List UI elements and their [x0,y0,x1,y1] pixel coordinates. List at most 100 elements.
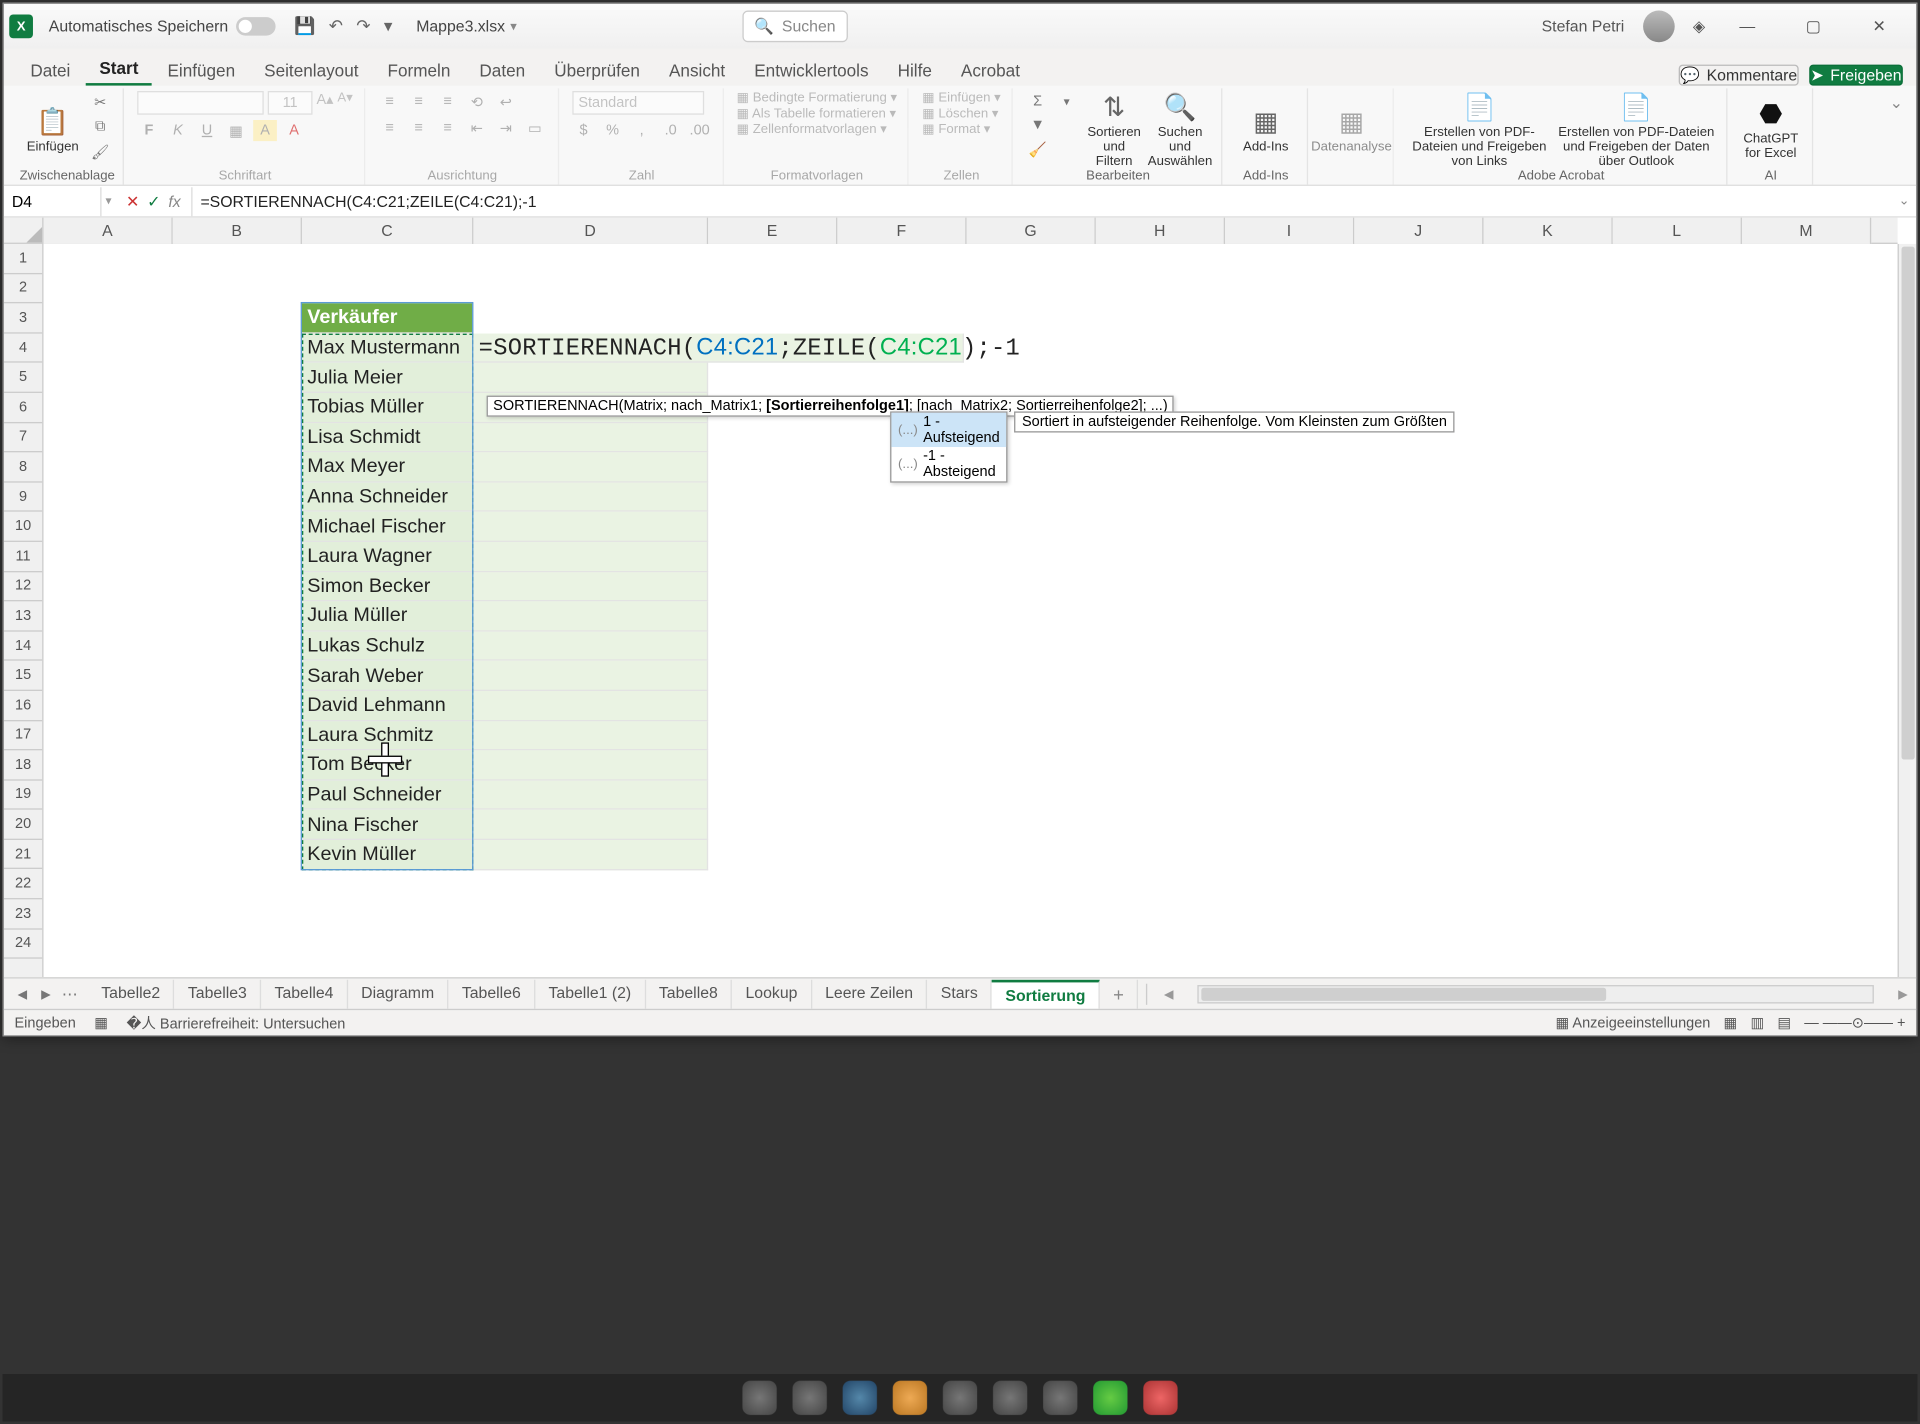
chevron-down-icon[interactable]: ▾ [510,19,517,34]
ribbon-tab-seitenlayout[interactable]: Seitenlayout [251,55,372,85]
filename-label[interactable]: Mappe3.xlsx [416,17,505,35]
row-header-11[interactable]: 11 [4,542,42,572]
italic-icon[interactable]: K [166,120,190,141]
col-header-J[interactable]: J [1354,218,1483,244]
cell[interactable] [473,512,708,542]
view-page-icon[interactable]: ▥ [1750,1014,1764,1031]
ribbon-tab-entwicklertools[interactable]: Entwicklertools [741,55,882,85]
sheet-tab[interactable]: Tabelle2 [88,979,175,1008]
cancel-formula-icon[interactable]: ✕ [126,192,139,210]
align-top-icon[interactable]: ≡ [378,91,402,112]
qat-more-icon[interactable]: ▾ [384,16,393,37]
cell[interactable]: Paul Schneider [302,780,473,810]
row-header-6[interactable]: 6 [4,393,42,423]
copy-icon[interactable]: ⧉ [88,116,112,137]
fx-icon[interactable]: fx [168,192,180,210]
taskbar-icon[interactable] [943,1381,977,1415]
diamond-icon[interactable]: ◈ [1693,17,1705,35]
sheet-tab[interactable]: Tabelle8 [646,979,733,1008]
cell[interactable]: Sarah Weber [302,661,473,691]
data-analysis-button[interactable]: ▦Datenanalyse [1321,91,1382,170]
view-break-icon[interactable]: ▤ [1777,1014,1791,1031]
taskbar[interactable] [3,1374,1918,1421]
row-header-8[interactable]: 8 [4,453,42,483]
ribbon-tab-einfügen[interactable]: Einfügen [154,55,248,85]
sheet-tab[interactable]: Stars [928,979,993,1008]
insert-cells-button[interactable]: ▦ Einfügen ▾ [922,91,1001,106]
col-header-M[interactable]: M [1742,218,1871,244]
col-header-H[interactable]: H [1096,218,1225,244]
format-painter-icon[interactable]: 🖌 [88,141,112,162]
ribbon-tab-überprüfen[interactable]: Überprüfen [541,55,653,85]
row-header-19[interactable]: 19 [4,780,42,810]
cell[interactable]: Lisa Schmidt [302,423,473,453]
sheet-tab[interactable]: Tabelle1 (2) [535,979,645,1008]
cell[interactable]: Kevin Müller [302,840,473,870]
formula-bar[interactable]: =SORTIERENNACH(C4:C21;ZEILE(C4:C21);-1 [193,192,1917,210]
row-header-24[interactable]: 24 [4,929,42,959]
cell[interactable]: Tobias Müller [302,393,473,423]
row-header-12[interactable]: 12 [4,572,42,602]
row-header-9[interactable]: 9 [4,482,42,512]
row-header-10[interactable]: 10 [4,512,42,542]
cell[interactable] [473,661,708,691]
table-format-button[interactable]: ▦ Als Tabelle formatieren ▾ [737,107,897,122]
comments-button[interactable]: 💬 Kommentare [1679,65,1799,86]
taskbar-icon[interactable] [742,1381,776,1415]
col-header-E[interactable]: E [708,218,837,244]
row-header-15[interactable]: 15 [4,661,42,691]
row-header-23[interactable]: 23 [4,899,42,929]
close-button[interactable]: ✕ [1855,8,1902,45]
cell[interactable]: David Lehmann [302,691,473,721]
ribbon-tab-hilfe[interactable]: Hilfe [884,55,945,85]
name-box[interactable]: D4 [4,187,102,216]
cell[interactable] [473,691,708,721]
status-access-icon[interactable]: ▦ [94,1014,108,1031]
ribbon-collapse-icon[interactable]: ⌄ [1884,88,1908,184]
display-settings[interactable]: ▦ Anzeigeeinstellungen [1555,1014,1710,1031]
cell-styles-button[interactable]: ▦ Zellenformatvorlagen ▾ [737,123,887,138]
pdf-link-button[interactable]: 📄Erstellen von PDF-Dateien und Freigeben… [1407,91,1552,170]
view-normal-icon[interactable]: ▦ [1724,1014,1738,1031]
cell[interactable]: Simon Becker [302,572,473,602]
taskbar-icon[interactable] [793,1381,827,1415]
status-access[interactable]: �人 Barrierefreiheit: Untersuchen [126,1012,345,1033]
enter-formula-icon[interactable]: ✓ [147,192,160,210]
user-name[interactable]: Stefan Petri [1542,17,1625,35]
ribbon-tab-daten[interactable]: Daten [466,55,538,85]
tab-scroll-right-icon[interactable]: ► [1890,984,1916,1002]
avatar[interactable] [1643,11,1675,43]
cell[interactable] [473,780,708,810]
taskbar-icon[interactable] [1043,1381,1077,1415]
col-header-K[interactable]: K [1484,218,1613,244]
minimize-button[interactable]: — [1724,8,1771,45]
font-name-input[interactable] [137,91,264,115]
sheet-tab[interactable]: Tabelle4 [261,979,348,1008]
search-input[interactable]: 🔍 Suchen [742,11,847,43]
zoom-slider[interactable]: — ——⊙—— + [1804,1014,1905,1031]
pdf-outlook-button[interactable]: 📄Erstellen von PDF-Dateien und Freigeben… [1557,91,1715,170]
row-header-22[interactable]: 22 [4,870,42,900]
dec-dec-icon[interactable]: .00 [688,120,712,141]
autosum-icon[interactable]: Σ [1026,91,1050,112]
sheet-tab[interactable]: Sortierung [992,979,1100,1008]
cell[interactable] [473,423,708,453]
col-header-D[interactable]: D [473,218,708,244]
toggle-switch[interactable] [236,17,276,35]
underline-icon[interactable]: U [195,120,219,141]
ribbon-tab-start[interactable]: Start [86,53,151,86]
merge-icon[interactable]: ▭ [523,117,547,138]
col-header-C[interactable]: C [302,218,473,244]
col-header-L[interactable]: L [1613,218,1742,244]
vertical-scrollbar[interactable] [1898,244,1916,977]
cell[interactable]: Anna Schneider [302,482,473,512]
sheet-tab[interactable]: Lookup [732,979,812,1008]
currency-icon[interactable]: $ [572,120,596,141]
find-select-button[interactable]: 🔍Suchen und Auswählen [1150,91,1211,170]
row-header-21[interactable]: 21 [4,840,42,870]
paste-button[interactable]: 📋Einfügen [22,91,83,170]
col-header-G[interactable]: G [967,218,1096,244]
sheet-tab[interactable]: Diagramm [348,979,449,1008]
indent-dec-icon[interactable]: ⇤ [465,117,489,138]
share-button[interactable]: ➤ Freigeben [1809,65,1903,86]
